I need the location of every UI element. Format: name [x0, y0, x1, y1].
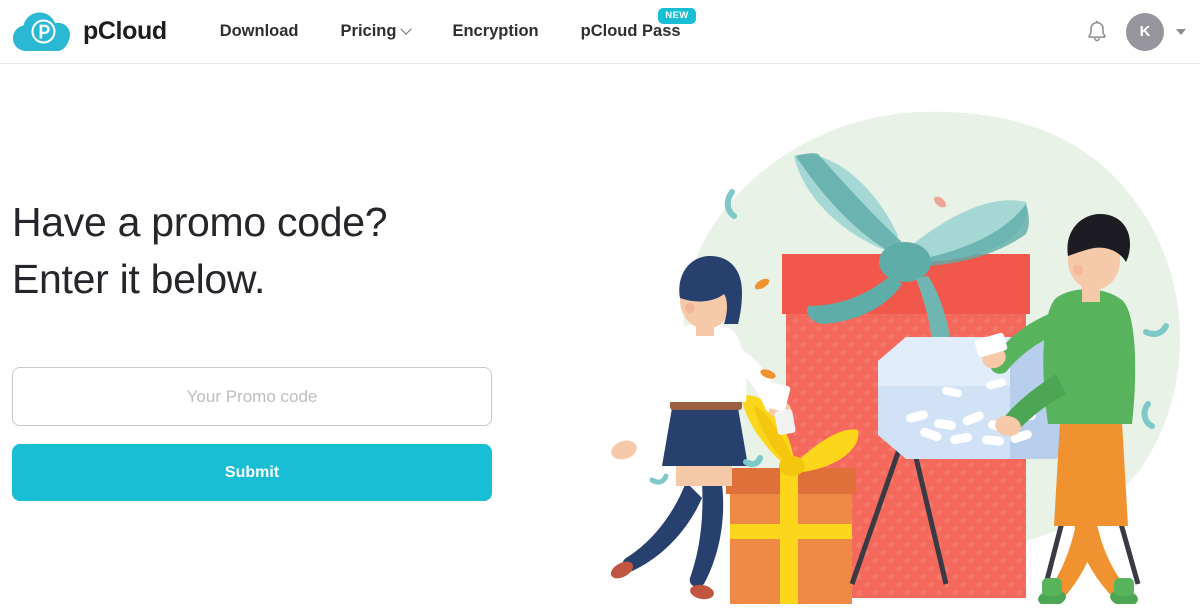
nav-label-pcloud-pass: pCloud Pass: [580, 22, 681, 40]
new-badge: NEW: [658, 8, 696, 24]
header-actions: K: [1086, 12, 1186, 51]
nav-item-encryption[interactable]: Encryption: [431, 22, 559, 41]
nav-label-pricing: Pricing: [340, 22, 397, 40]
submit-button[interactable]: Submit: [12, 444, 492, 502]
headline-line-2: Enter it below.: [12, 255, 266, 302]
bell-icon[interactable]: [1086, 19, 1108, 44]
chevron-down-icon: [400, 23, 413, 35]
promo-code-input[interactable]: [12, 367, 492, 427]
nav-item-pcloud-pass[interactable]: pCloud Pass NEW: [560, 8, 702, 41]
nav-item-pricing[interactable]: Pricing: [320, 22, 432, 41]
headline-line-1: Have a promo code?: [12, 199, 388, 245]
nav-label-encryption: Encryption: [452, 22, 539, 40]
page-title: Have a promo code? Enter it below.: [12, 194, 492, 307]
site-header: pCloud Download Pricing Encryption pClou…: [0, 0, 1200, 64]
nav-label-download: Download: [219, 22, 299, 40]
caret-down-icon[interactable]: [1176, 28, 1186, 35]
avatar[interactable]: K: [1126, 12, 1164, 51]
avatar-initial: K: [1139, 23, 1151, 40]
promo-gift-raffle-illustration: [590, 84, 1200, 607]
main-content: Have a promo code? Enter it below. Submi…: [0, 64, 1200, 607]
main-nav: Download Pricing Encryption pCloud Pass …: [199, 8, 702, 41]
brand-logo-link[interactable]: pCloud: [12, 10, 167, 54]
brand-name: pCloud: [83, 17, 167, 45]
pcloud-cloud-logo-icon: [12, 10, 74, 54]
nav-item-download[interactable]: Download: [199, 22, 320, 41]
promo-code-panel: Have a promo code? Enter it below. Submi…: [12, 194, 492, 502]
